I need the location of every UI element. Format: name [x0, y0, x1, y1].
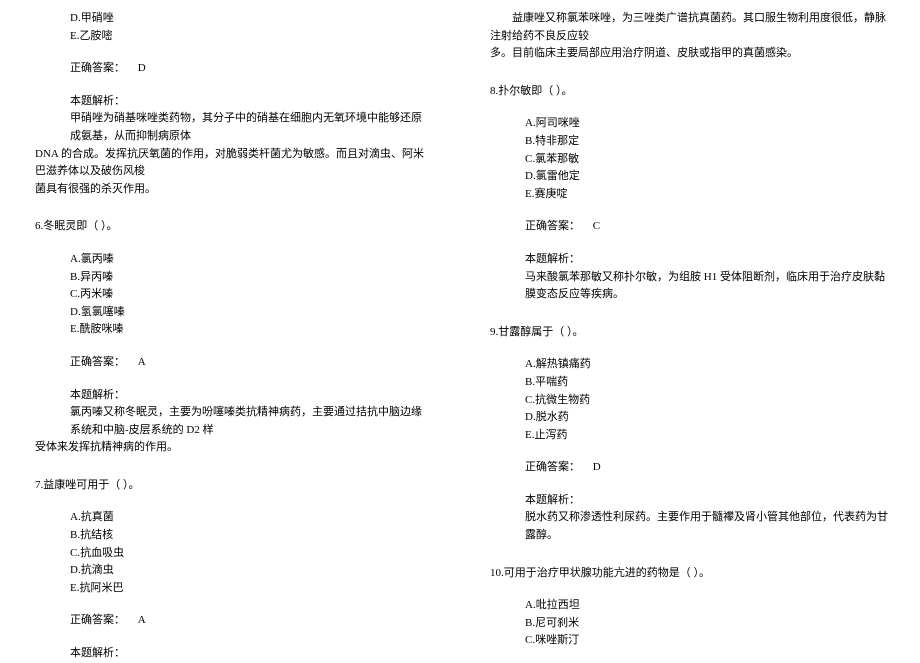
q8-answer-value: C — [593, 220, 600, 232]
q10-options: A.吡拉西坦 B.尼可刹米 C.咪唑斯汀 — [525, 597, 890, 650]
q5-exp-line3: 菌具有很强的杀灭作用。 — [35, 181, 430, 199]
left-column: D.甲硝唑 E.乙胺嘧 正确答案： D 本题解析： 甲硝唑为硝基咪唑类药物，其分… — [0, 0, 460, 651]
q5-exp-line1: 甲硝唑为硝基咪唑类药物，其分子中的硝基在细胞内无氧环境中能够还原成氨基，从而抑制… — [70, 110, 430, 145]
q9-options: A.解热镇痛药 B.平喘药 C.抗微生物药 D.脱水药 E.止泻药 — [525, 356, 890, 444]
q7-option-d: D.抗滴虫 — [70, 562, 430, 580]
q6-exp-line2: 受体来发挥抗精神病的作用。 — [35, 439, 430, 457]
q5-option-d: D.甲硝唑 — [70, 10, 430, 28]
q7-option-e: E.抗阿米巴 — [70, 580, 430, 598]
q5-answer-value: D — [138, 62, 146, 74]
q10-question: 10.可用于治疗甲状腺功能亢进的药物是（ ）。 — [490, 565, 890, 583]
q9-answer-label: 正确答案： — [525, 461, 580, 473]
q6-option-c: C.丙米嗪 — [70, 286, 430, 304]
q9-option-e: E.止泻药 — [525, 427, 890, 445]
q9-explanation: 本题解析： 脱水药又称渗透性利尿药。主要作用于髓襻及肾小管其他部位，代表药为甘露… — [525, 492, 890, 545]
q10-option-a: A.吡拉西坦 — [525, 597, 890, 615]
q10-option-c: C.咪唑斯汀 — [525, 632, 890, 650]
q5-explanation: 本题解析： 甲硝唑为硝基咪唑类药物，其分子中的硝基在细胞内无氧环境中能够还原成氨… — [70, 93, 430, 199]
q6-options: A.氯丙嗪 B.异丙嗪 C.丙米嗪 D.氢氯噻嗪 E.酰胺咪嗪 — [70, 251, 430, 339]
q7-exp-line2: 多。目前临床主要局部应用治疗阴道、皮肤或指甲的真菌感染。 — [490, 45, 890, 63]
q5-answer: 正确答案： D — [70, 60, 430, 78]
q7-answer-value: A — [138, 614, 146, 626]
q8-option-d: D.氯雷他定 — [525, 168, 890, 186]
q5-exp-line2: DNA 的合成。发挥抗厌氧菌的作用，对脆弱类杆菌尤为敏感。而且对滴虫、阿米巴滋养… — [35, 146, 430, 181]
q5-options-cont: D.甲硝唑 E.乙胺嘧 — [70, 10, 430, 45]
q6-answer-value: A — [138, 356, 146, 368]
q8-answer-label: 正确答案： — [525, 220, 580, 232]
q8-answer: 正确答案： C — [525, 218, 890, 236]
q6-question: 6.冬眠灵即（ ）。 — [35, 218, 430, 236]
q6-answer: 正确答案： A — [70, 354, 430, 372]
q8-option-e: E.赛庚啶 — [525, 186, 890, 204]
q7-options: A.抗真菌 B.抗结核 C.抗血吸虫 D.抗滴虫 E.抗阿米巴 — [70, 509, 430, 597]
q8-exp-title: 本题解析： — [525, 251, 890, 269]
q7-exp-title: 本题解析： — [70, 645, 430, 663]
q6-option-d: D.氢氯噻嗪 — [70, 304, 430, 322]
q9-answer: 正确答案： D — [525, 459, 890, 477]
q8-question: 8.扑尔敏即（ ）。 — [490, 83, 890, 101]
q6-option-b: B.异丙嗪 — [70, 269, 430, 287]
q6-answer-label: 正确答案： — [70, 356, 125, 368]
q8-exp-line1: 马来酸氯苯那敏又称扑尔敏，为组胺 H1 受体阻断剂，临床用于治疗皮肤黏膜变态反应… — [525, 269, 890, 304]
q9-option-d: D.脱水药 — [525, 409, 890, 427]
q6-option-a: A.氯丙嗪 — [70, 251, 430, 269]
q9-exp-line1: 脱水药又称渗透性利尿药。主要作用于髓襻及肾小管其他部位，代表药为甘露醇。 — [525, 509, 890, 544]
q8-option-c: C.氯苯那敏 — [525, 151, 890, 169]
q5-exp-title: 本题解析： — [70, 93, 430, 111]
q8-explanation: 本题解析： 马来酸氯苯那敏又称扑尔敏，为组胺 H1 受体阻断剂，临床用于治疗皮肤… — [525, 251, 890, 304]
q7-answer: 正确答案： A — [70, 612, 430, 630]
q8-options: A.阿司咪唑 B.特非那定 C.氯苯那敏 D.氯雷他定 E.赛庚啶 — [525, 115, 890, 203]
q7-explanation: 本题解析： — [70, 645, 430, 663]
q7-option-a: A.抗真菌 — [70, 509, 430, 527]
q9-option-b: B.平喘药 — [525, 374, 890, 392]
q5-option-e: E.乙胺嘧 — [70, 28, 430, 46]
q6-exp-title: 本题解析： — [70, 387, 430, 405]
right-column: 益康唑又称氯苯咪唑，为三唑类广谱抗真菌药。其口服生物利用度很低，静脉注射给药不良… — [460, 0, 920, 651]
q5-answer-label: 正确答案： — [70, 62, 125, 74]
q9-option-c: C.抗微生物药 — [525, 392, 890, 410]
q9-option-a: A.解热镇痛药 — [525, 356, 890, 374]
q9-exp-title: 本题解析： — [525, 492, 890, 510]
q7-exp-line1: 益康唑又称氯苯咪唑，为三唑类广谱抗真菌药。其口服生物利用度很低，静脉注射给药不良… — [490, 10, 890, 45]
q6-explanation: 本题解析： 氯丙嗪又称冬眠灵，主要为吩噻嗪类抗精神病药，主要通过拮抗中脑边缘系统… — [70, 387, 430, 457]
q6-exp-line1: 氯丙嗪又称冬眠灵，主要为吩噻嗪类抗精神病药，主要通过拮抗中脑边缘系统和中脑-皮层… — [70, 404, 430, 439]
q7-option-b: B.抗结核 — [70, 527, 430, 545]
q10-option-b: B.尼可刹米 — [525, 615, 890, 633]
q7-explanation-cont: 益康唑又称氯苯咪唑，为三唑类广谱抗真菌药。其口服生物利用度很低，静脉注射给药不良… — [490, 10, 890, 63]
q7-option-c: C.抗血吸虫 — [70, 545, 430, 563]
q9-question: 9.甘露醇属于（ ）。 — [490, 324, 890, 342]
q8-option-a: A.阿司咪唑 — [525, 115, 890, 133]
q6-option-e: E.酰胺咪嗪 — [70, 321, 430, 339]
q7-question: 7.益康唑可用于（ ）。 — [35, 477, 430, 495]
q8-option-b: B.特非那定 — [525, 133, 890, 151]
q9-answer-value: D — [593, 461, 601, 473]
q7-answer-label: 正确答案： — [70, 614, 125, 626]
